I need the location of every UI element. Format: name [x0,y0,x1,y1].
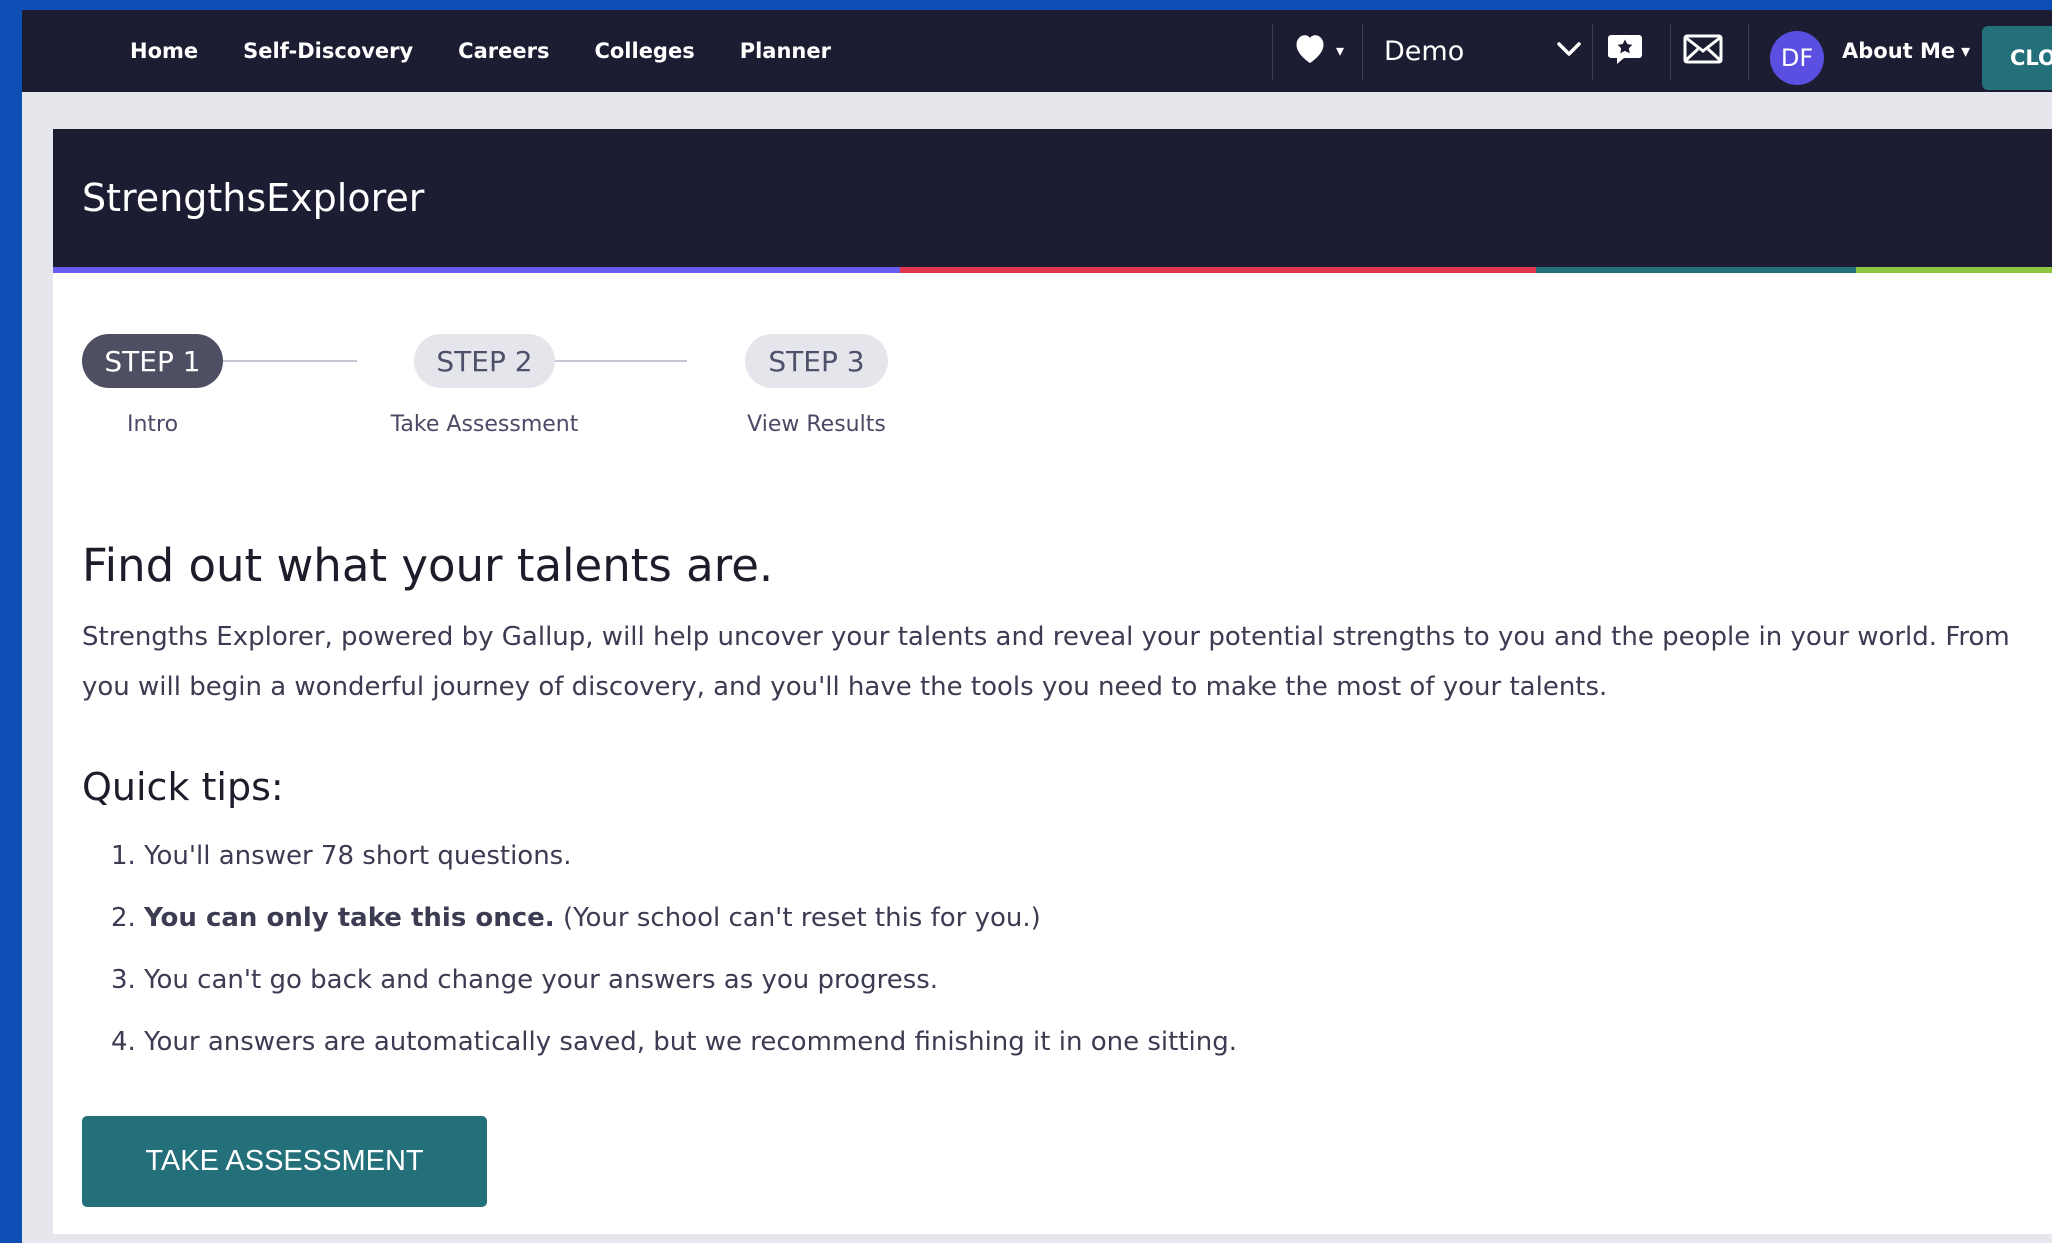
tip-text: Your answers are automatically saved, bu… [144,1027,1237,1057]
tips-heading: Quick tips: [82,765,284,809]
star-message-icon [1606,32,1644,70]
divider [1748,24,1749,80]
strip-segment [1856,267,2052,273]
tip-text: (Your school can't reset this for you.) [562,903,1041,933]
step-3-pill[interactable]: STEP 3 [745,334,888,388]
about-me-menu[interactable]: About Me ▾ [1842,10,1970,92]
profile-select[interactable]: Demo [1372,28,1582,74]
divider [1362,24,1363,80]
tip-number: 2. [111,903,136,933]
close-button[interactable]: CLOSE [1982,26,2052,90]
avatar[interactable]: DF [1770,31,1824,85]
about-me-label: About Me [1842,39,1956,63]
intro-paragraph: Strengths Explorer, powered by Gallup, w… [82,612,2052,712]
profile-select-value: Demo [1384,35,1465,67]
heart-icon [1292,31,1328,69]
color-strip [53,267,2052,273]
nav-careers[interactable]: Careers [458,39,549,63]
tip-number: 1. [111,841,136,871]
step-1-pill[interactable]: STEP 1 [82,334,223,388]
tip-text: You'll answer 78 short questions. [144,841,572,871]
chevron-down-icon [1556,40,1582,62]
step-1-label: Intro [126,412,179,437]
chevron-down-icon: ▾ [1336,40,1345,60]
chevron-down-icon: ▾ [1961,40,1971,62]
nav-self-discovery[interactable]: Self-Discovery [243,39,413,63]
assessment-card: StrengthsExplorer STEP 1 Intro STEP 2 Ta… [53,129,2052,1234]
list-item: 4. Your answers are automatically saved,… [111,1011,1237,1073]
tip-number: 4. [111,1027,136,1057]
main-nav: Home Self-Discovery Careers Colleges Pla… [130,10,876,92]
favorites-menu[interactable]: ▾ [1292,30,1352,70]
intro-line: you will begin a wonderful journey of di… [82,672,1608,702]
step-2-label: Take Assessment [390,412,579,437]
list-item: 1. You'll answer 78 short questions. [111,825,1237,887]
list-item: 2. You can only take this once. (Your sc… [111,887,1237,949]
intro-line: Strengths Explorer, powered by Gallup, w… [82,622,2010,652]
strip-segment [900,267,1536,273]
strip-segment [1536,267,1856,273]
nav-home[interactable]: Home [130,39,198,63]
divider [1670,24,1671,80]
step-2-pill[interactable]: STEP 2 [414,334,555,388]
tip-number: 3. [111,965,136,995]
strip-segment [53,267,900,273]
tips-list: 1. You'll answer 78 short questions. 2. … [111,825,1237,1073]
step-3-label: View Results [747,412,886,437]
top-navbar: Home Self-Discovery Careers Colleges Pla… [22,10,2052,92]
nav-colleges[interactable]: Colleges [594,39,694,63]
page-title: StrengthsExplorer [82,176,425,220]
divider [1272,24,1273,80]
stepper: STEP 1 Intro STEP 2 Take Assessment STEP… [82,334,902,454]
app-window: Home Self-Discovery Careers Colleges Pla… [22,10,2052,1243]
card-header: StrengthsExplorer [53,129,2052,267]
messages-button[interactable] [1682,32,1724,70]
tip-bold-text: You can only take this once. [144,903,555,933]
step-connector [222,360,357,362]
divider [1592,24,1593,80]
feedback-button[interactable] [1604,32,1646,70]
list-item: 3. You can't go back and change your ans… [111,949,1237,1011]
take-assessment-button[interactable]: TAKE ASSESSMENT [82,1116,487,1207]
envelope-icon [1683,34,1723,68]
nav-planner[interactable]: Planner [740,39,831,63]
section-heading: Find out what your talents are. [82,539,774,592]
tip-text: You can't go back and change your answer… [144,965,939,995]
